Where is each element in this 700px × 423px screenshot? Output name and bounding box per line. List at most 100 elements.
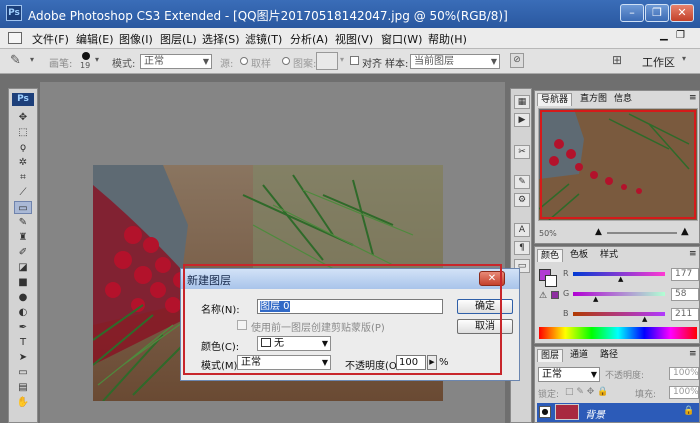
- menu-file[interactable]: 文件(F): [32, 31, 69, 47]
- clone-stamp-tool-icon[interactable]: ✎: [10, 53, 21, 68]
- dodge-tool-icon[interactable]: ◐: [14, 306, 32, 319]
- tab-histogram[interactable]: 直方图: [577, 93, 610, 106]
- gamut-swatch[interactable]: [551, 291, 559, 299]
- sample-select[interactable]: 当前图层 ▼: [410, 54, 500, 69]
- clone-source-panel-icon[interactable]: ⚙: [514, 193, 530, 207]
- type-tool-icon[interactable]: T: [14, 336, 32, 349]
- cancel-button[interactable]: 取消: [457, 319, 513, 334]
- menu-filter[interactable]: 滤镜(T): [245, 31, 282, 47]
- aligned-checkbox[interactable]: [350, 56, 359, 65]
- menu-view[interactable]: 视图(V): [335, 31, 373, 47]
- tab-swatches[interactable]: 色板: [567, 249, 591, 262]
- tab-styles[interactable]: 样式: [597, 249, 621, 262]
- tab-info[interactable]: 信息: [611, 93, 635, 106]
- hand-tool-icon[interactable]: ✋: [14, 396, 32, 409]
- b-slider-handle-icon[interactable]: ▲: [642, 315, 647, 323]
- menu-image[interactable]: 图像(I): [119, 31, 153, 47]
- menu-select[interactable]: 选择(S): [202, 31, 240, 47]
- brush-preview-icon[interactable]: [82, 52, 90, 60]
- g-slider[interactable]: [573, 292, 665, 296]
- blur-tool-icon[interactable]: ●: [14, 291, 32, 304]
- opacity-input[interactable]: 100: [396, 355, 426, 370]
- workspace-arrow-icon[interactable]: ▾: [682, 54, 686, 63]
- panel-menu-icon[interactable]: ≡: [689, 249, 697, 259]
- tool-preset-arrow-icon[interactable]: ▾: [30, 55, 34, 64]
- sampled-radio[interactable]: [240, 57, 248, 65]
- layer-name[interactable]: 背景: [585, 406, 605, 421]
- history-panel-icon[interactable]: ▦: [514, 95, 530, 109]
- doc-minimize-icon[interactable]: ▁: [660, 30, 674, 45]
- eyedropper-tool-icon[interactable]: ⟋: [14, 186, 32, 199]
- zoom-slider[interactable]: [607, 232, 677, 234]
- notes-tool-icon[interactable]: ▤: [14, 381, 32, 394]
- pattern-swatch[interactable]: [316, 52, 338, 70]
- brush-tool-icon[interactable]: ✎: [14, 216, 32, 229]
- tab-navigator[interactable]: 导航器: [537, 93, 573, 106]
- lasso-tool-icon[interactable]: ϙ: [14, 141, 32, 154]
- ignore-adjustment-icon[interactable]: ⊘: [510, 53, 524, 68]
- actions-panel-icon[interactable]: ▶: [514, 113, 530, 127]
- mode-select[interactable]: 正常 ▼: [140, 54, 212, 69]
- shape-tool-icon[interactable]: ▭: [14, 366, 32, 379]
- r-value[interactable]: 177: [671, 268, 699, 281]
- pattern-radio[interactable]: [282, 57, 290, 65]
- g-slider-handle-icon[interactable]: ▲: [593, 295, 598, 303]
- eraser-tool-icon[interactable]: ◪: [14, 261, 32, 274]
- menu-layer[interactable]: 图层(L): [160, 31, 197, 47]
- opacity-slider-arrow-icon[interactable]: ▶: [427, 355, 437, 370]
- lock-icons[interactable]: □ ✎ ✥ 🔒: [565, 387, 608, 397]
- b-slider[interactable]: [573, 312, 665, 316]
- paragraph-panel-icon[interactable]: ¶: [514, 241, 530, 255]
- gradient-tool-icon[interactable]: ■: [14, 276, 32, 289]
- brush-picker-arrow-icon[interactable]: ▾: [95, 55, 99, 64]
- g-value[interactable]: 58: [671, 288, 699, 301]
- brushes-panel-icon[interactable]: ✎: [514, 175, 530, 189]
- opacity-label: 不透明度:: [605, 371, 645, 381]
- fill-value[interactable]: 100%: [669, 386, 699, 399]
- layer-row-background[interactable]: ● 背景 🔒: [537, 403, 699, 422]
- magic-wand-tool-icon[interactable]: ✲: [14, 156, 32, 169]
- layer-color-select[interactable]: 无 ▼: [257, 336, 331, 351]
- minimize-button[interactable]: –: [620, 4, 644, 22]
- pattern-arrow-icon[interactable]: ▾: [340, 55, 344, 64]
- move-tool-icon[interactable]: ✥: [14, 111, 32, 124]
- zoom-in-icon[interactable]: ▲: [681, 226, 689, 237]
- opacity-value[interactable]: 100%: [669, 367, 699, 380]
- menu-analysis[interactable]: 分析(A): [290, 31, 328, 47]
- maximize-button[interactable]: ❐: [645, 4, 669, 22]
- character-panel-icon[interactable]: A: [514, 223, 530, 237]
- grip-icon: [8, 32, 22, 44]
- history-brush-tool-icon[interactable]: ✐: [14, 246, 32, 259]
- marquee-tool-icon[interactable]: ⬚: [14, 126, 32, 139]
- clone-stamp-tool-icon[interactable]: ♜: [14, 231, 32, 244]
- background-color-swatch[interactable]: [545, 275, 557, 287]
- tab-layers[interactable]: 图层: [537, 349, 564, 362]
- name-input[interactable]: 图层 0: [257, 299, 443, 314]
- healing-brush-tool-icon[interactable]: ▭: [14, 201, 32, 214]
- doc-restore-icon[interactable]: ❐: [676, 30, 690, 45]
- menu-help[interactable]: 帮助(H): [428, 31, 467, 47]
- panel-menu-icon[interactable]: ≡: [689, 349, 697, 359]
- b-value[interactable]: 211: [671, 308, 699, 321]
- menu-edit[interactable]: 编辑(E): [76, 31, 114, 47]
- tab-color[interactable]: 颜色: [537, 249, 564, 262]
- clip-mask-checkbox[interactable]: [237, 320, 247, 330]
- ok-button[interactable]: 确定: [457, 299, 513, 314]
- close-button[interactable]: ✕: [670, 4, 694, 22]
- tab-paths[interactable]: 路径: [597, 349, 621, 362]
- r-slider-handle-icon[interactable]: ▲: [618, 275, 623, 283]
- pen-tool-icon[interactable]: ✒: [14, 321, 32, 334]
- layer-mode-select[interactable]: 正常 ▼: [237, 355, 331, 370]
- dialog-close-button[interactable]: ✕: [479, 271, 505, 286]
- color-ramp[interactable]: [539, 327, 697, 339]
- workspace-button[interactable]: 工作区: [642, 54, 675, 70]
- blend-mode-select[interactable]: 正常 ▼: [538, 367, 600, 382]
- zoom-out-icon[interactable]: ▲: [595, 227, 602, 237]
- panel-menu-icon[interactable]: ≡: [689, 93, 697, 103]
- crop-tool-icon[interactable]: ⌗: [14, 171, 32, 184]
- tool-presets-panel-icon[interactable]: ✂: [514, 145, 530, 159]
- visibility-eye-icon[interactable]: ●: [539, 406, 551, 418]
- path-selection-tool-icon[interactable]: ➤: [14, 351, 32, 364]
- tab-channels[interactable]: 通道: [567, 349, 591, 362]
- menu-window[interactable]: 窗口(W): [381, 31, 422, 47]
